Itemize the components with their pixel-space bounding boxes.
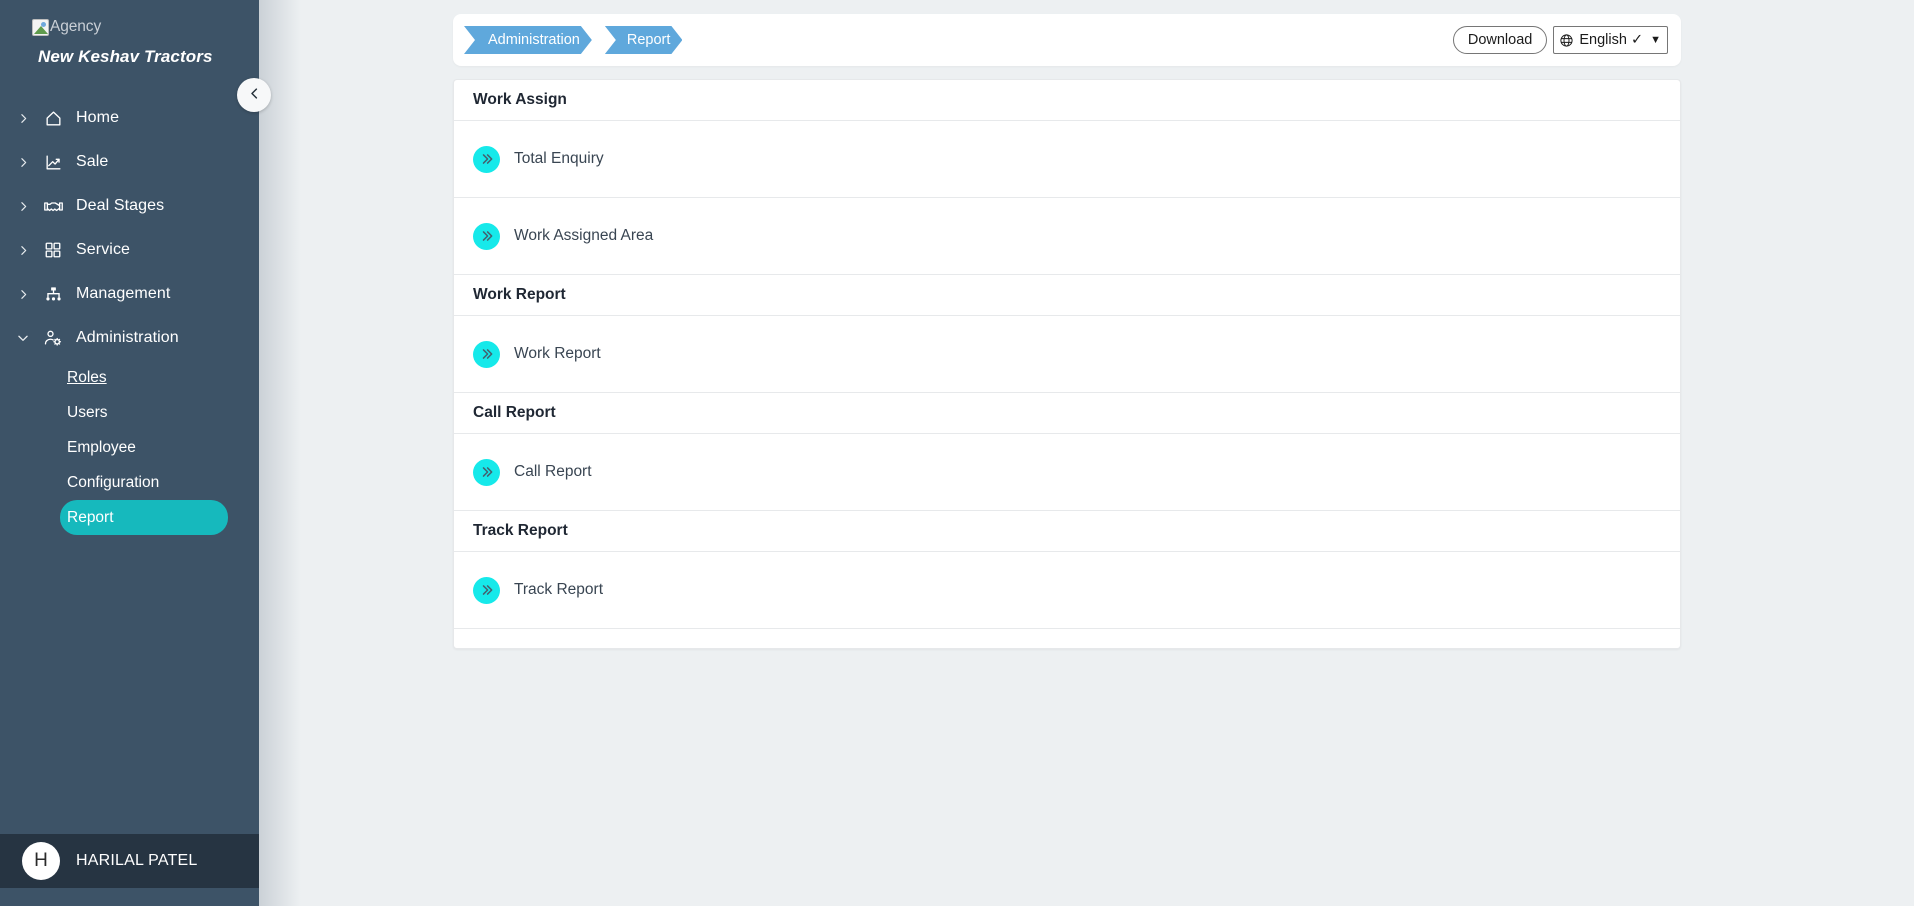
section-header-work-report: Work Report	[454, 275, 1680, 316]
administration-subnav: Roles Users Employee Configuration Repor…	[0, 360, 259, 535]
double-chevron-right-icon	[473, 146, 500, 173]
org-chart-icon	[36, 285, 70, 304]
language-select[interactable]: English ✓ ▼	[1553, 26, 1668, 54]
sidebar-item-employee[interactable]: Employee	[60, 430, 228, 465]
sidebar-item-report[interactable]: Report	[60, 500, 228, 535]
sidebar-item-label: Sale	[70, 153, 108, 171]
section-header-track-report: Track Report	[454, 511, 1680, 552]
double-chevron-right-icon	[473, 459, 500, 486]
chevron-left-icon	[247, 86, 262, 104]
sidebar-item-deal-stages[interactable]: Deal Stages	[0, 184, 259, 228]
sidebar-item-management[interactable]: Management	[0, 272, 259, 316]
brand-block: Agency New Keshav Tractors	[0, 0, 259, 71]
report-row-label: Work Assigned Area	[514, 227, 653, 245]
sidebar-item-configuration[interactable]: Configuration	[60, 465, 228, 500]
report-row-label: Call Report	[514, 463, 592, 481]
report-row-track-report[interactable]: Track Report	[454, 552, 1680, 629]
globe-icon	[1559, 33, 1574, 48]
sidebar-item-administration[interactable]: Administration	[0, 316, 259, 360]
sidebar-user-bar[interactable]: H HARILAL PATEL	[0, 834, 259, 888]
chevron-right-icon	[10, 244, 36, 257]
download-button[interactable]: Download	[1453, 26, 1548, 54]
sidebar-item-label: Deal Stages	[70, 197, 164, 215]
sidebar-subitem-label: Users	[67, 404, 107, 422]
handshake-icon	[36, 196, 70, 217]
broken-image-glyph	[32, 19, 49, 36]
content-wrapper: Administration Report Download English ✓…	[259, 0, 1914, 649]
breadcrumb-item-administration[interactable]: Administration	[464, 26, 592, 54]
sidebar-subitem-label: Employee	[67, 439, 136, 457]
report-row-work-report[interactable]: Work Report	[454, 316, 1680, 393]
report-row-label: Total Enquiry	[514, 150, 604, 168]
sidebar-nav: Home Sale Deal Stages	[0, 96, 259, 834]
sidebar-item-home[interactable]: Home	[0, 96, 259, 140]
user-name: HARILAL PATEL	[76, 852, 197, 870]
breadcrumb: Administration Report	[464, 26, 695, 54]
header-actions: Download English ✓ ▼	[1453, 26, 1668, 54]
sidebar-item-label: Management	[70, 285, 170, 303]
report-row-work-assigned-area[interactable]: Work Assigned Area	[454, 198, 1680, 275]
sidebar-subitem-label: Report	[67, 509, 114, 527]
broken-image-icon: Agency	[32, 18, 101, 36]
app-root: Agency New Keshav Tractors Home	[0, 0, 1914, 906]
language-select-value: English ✓	[1579, 32, 1643, 48]
sidebar-collapse-toggle[interactable]	[237, 78, 271, 112]
chevron-right-icon	[10, 288, 36, 301]
report-row-label: Work Report	[514, 345, 601, 363]
sidebar-item-users[interactable]: Users	[60, 395, 228, 430]
sidebar-item-label: Administration	[70, 329, 179, 347]
double-chevron-right-icon	[473, 223, 500, 250]
chevron-right-icon	[10, 200, 36, 213]
breadcrumb-item-report[interactable]: Report	[605, 26, 683, 54]
sidebar-item-label: Home	[70, 109, 119, 127]
section-header-work-assign: Work Assign	[454, 80, 1680, 121]
header-bar: Administration Report Download English ✓…	[453, 14, 1681, 66]
chevron-right-icon	[10, 156, 36, 169]
report-row-label: Track Report	[514, 581, 603, 599]
brand-name: New Keshav Tractors	[0, 47, 259, 67]
chevron-down-icon: ▼	[1650, 35, 1661, 46]
user-gear-icon	[36, 328, 70, 348]
logo-alt-text: Agency	[50, 18, 101, 36]
sidebar: Agency New Keshav Tractors Home	[0, 0, 259, 906]
report-row-total-enquiry[interactable]: Total Enquiry	[454, 121, 1680, 198]
chart-line-icon	[36, 153, 70, 172]
home-icon	[36, 109, 70, 128]
main-content: Administration Report Download English ✓…	[259, 0, 1914, 906]
chevron-right-icon	[10, 112, 36, 125]
chevron-down-icon	[10, 331, 36, 345]
double-chevron-right-icon	[473, 341, 500, 368]
sidebar-item-service[interactable]: Service	[0, 228, 259, 272]
grid-icon	[36, 241, 70, 259]
report-card: Work Assign Total Enquiry Work Assigned …	[453, 79, 1681, 649]
avatar: H	[22, 842, 60, 880]
agency-logo: Agency	[0, 14, 259, 40]
sidebar-item-sale[interactable]: Sale	[0, 140, 259, 184]
card-footer	[454, 629, 1680, 648]
double-chevron-right-icon	[473, 577, 500, 604]
sidebar-subitem-label: Roles	[67, 369, 107, 387]
sidebar-item-roles[interactable]: Roles	[60, 360, 228, 395]
section-header-call-report: Call Report	[454, 393, 1680, 434]
report-row-call-report[interactable]: Call Report	[454, 434, 1680, 511]
sidebar-subitem-label: Configuration	[67, 474, 159, 492]
sidebar-item-label: Service	[70, 241, 130, 259]
